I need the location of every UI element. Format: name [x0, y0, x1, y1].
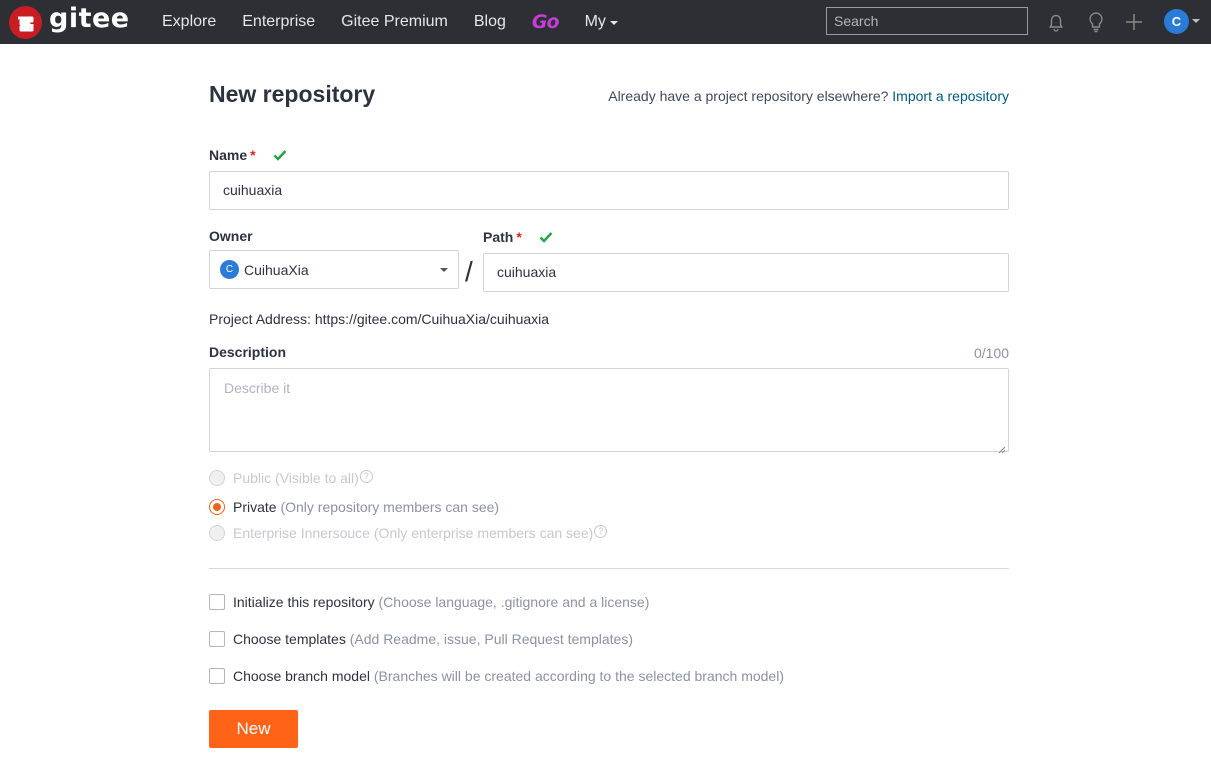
path-input[interactable]: cuihuaxia — [483, 253, 1009, 292]
visibility-enterprise-option[interactable]: Enterprise Innersouce (Only enterprise m… — [209, 524, 608, 541]
nav-item-my-dropdown[interactable]: My — [585, 13, 618, 31]
enterprise-hint: (Only enterprise members can see) — [373, 525, 594, 541]
name-label: Name * — [209, 147, 256, 163]
visibility-public-option[interactable]: Public (Visible to all) ? — [209, 469, 373, 486]
private-hint: (Only repository members can see) — [280, 499, 500, 515]
import-repository-link[interactable]: Import a repository — [892, 88, 1009, 104]
initialize-repository-label: Initialize this repository — [233, 594, 375, 610]
choose-branch-model-hint: (Branches will be created according to t… — [373, 668, 784, 684]
plus-icon[interactable] — [1123, 11, 1145, 33]
nav-my-label: My — [584, 13, 606, 30]
bell-icon[interactable] — [1045, 11, 1067, 33]
question-mark-icon[interactable]: ? — [359, 469, 373, 483]
gitee-logo[interactable]: gitee — [9, 3, 130, 39]
checkmark-icon — [273, 148, 287, 162]
private-radio[interactable] — [209, 499, 225, 515]
description-textarea[interactable]: Describe it — [209, 368, 1009, 454]
gitee-wordmark: gitee — [49, 3, 130, 34]
question-mark-icon[interactable]: ? — [594, 524, 608, 538]
public-radio[interactable] — [209, 470, 225, 486]
public-label: Public — [233, 470, 272, 486]
resize-handle-icon[interactable] — [998, 441, 1006, 454]
choose-templates-option[interactable]: Choose templates (Add Readme, issue, Pul… — [209, 631, 633, 647]
owner-label: Owner — [209, 228, 253, 244]
import-prompt: Already have a project repository elsewh… — [608, 88, 1009, 104]
page-title: New repository — [209, 81, 376, 107]
project-address: Project Address: https://gitee.com/Cuihu… — [209, 311, 550, 327]
path-label: Path * — [483, 229, 522, 245]
chevron-down-icon — [440, 268, 448, 272]
enterprise-radio[interactable] — [209, 525, 225, 541]
description-label: Description — [209, 344, 287, 360]
chevron-down-icon — [609, 21, 618, 25]
import-prompt-text: Already have a project repository elsewh… — [608, 88, 889, 104]
path-label-text: Path — [483, 229, 514, 245]
owner-path-separator: / — [465, 256, 473, 287]
description-counter: 0/100 — [973, 345, 1009, 361]
search-input[interactable] — [826, 7, 1028, 35]
gitee-logo-icon — [9, 5, 42, 39]
name-input[interactable]: cuihuaxia — [209, 171, 1009, 210]
choose-templates-label: Choose templates — [233, 631, 346, 647]
main-nav: Explore Enterprise Gitee Premium Blog Go… — [162, 0, 644, 44]
top-navbar: gitee Explore Enterprise Gitee Premium B… — [0, 0, 1211, 44]
required-mark: * — [516, 229, 522, 245]
chevron-down-icon[interactable] — [1192, 19, 1200, 23]
owner-avatar: C — [220, 260, 239, 279]
lightbulb-icon[interactable] — [1085, 11, 1107, 33]
nav-item-blog[interactable]: Blog — [474, 13, 506, 31]
checkmark-icon — [539, 230, 553, 244]
choose-branch-model-label: Choose branch model — [233, 668, 370, 684]
initialize-repository-option[interactable]: Initialize this repository (Choose langu… — [209, 594, 649, 610]
choose-branch-model-checkbox[interactable] — [209, 668, 225, 684]
private-label: Private — [233, 499, 277, 515]
owner-name: CuihuaXia — [244, 261, 309, 278]
section-divider — [209, 568, 1009, 569]
name-label-text: Name — [209, 147, 248, 163]
nav-item-go[interactable]: Go — [532, 11, 560, 33]
required-mark: * — [250, 147, 256, 163]
owner-select[interactable]: C CuihuaXia — [209, 250, 459, 289]
choose-templates-hint: (Add Readme, issue, Pull Request templat… — [349, 631, 633, 647]
initialize-repository-hint: (Choose language, .gitignore and a licen… — [378, 594, 650, 610]
choose-branch-model-option[interactable]: Choose branch model (Branches will be cr… — [209, 668, 784, 684]
choose-templates-checkbox[interactable] — [209, 631, 225, 647]
enterprise-label: Enterprise Innersouce — [233, 525, 370, 541]
create-repository-button[interactable]: New — [209, 710, 298, 748]
initialize-repository-checkbox[interactable] — [209, 594, 225, 610]
nav-item-explore[interactable]: Explore — [162, 13, 216, 31]
public-hint: (Visible to all) — [275, 470, 359, 486]
visibility-private-option[interactable]: Private (Only repository members can see… — [209, 499, 499, 515]
nav-item-gitee-premium[interactable]: Gitee Premium — [341, 13, 448, 31]
description-placeholder: Describe it — [224, 380, 291, 396]
user-avatar[interactable]: C — [1164, 9, 1189, 34]
nav-item-enterprise[interactable]: Enterprise — [242, 13, 315, 31]
